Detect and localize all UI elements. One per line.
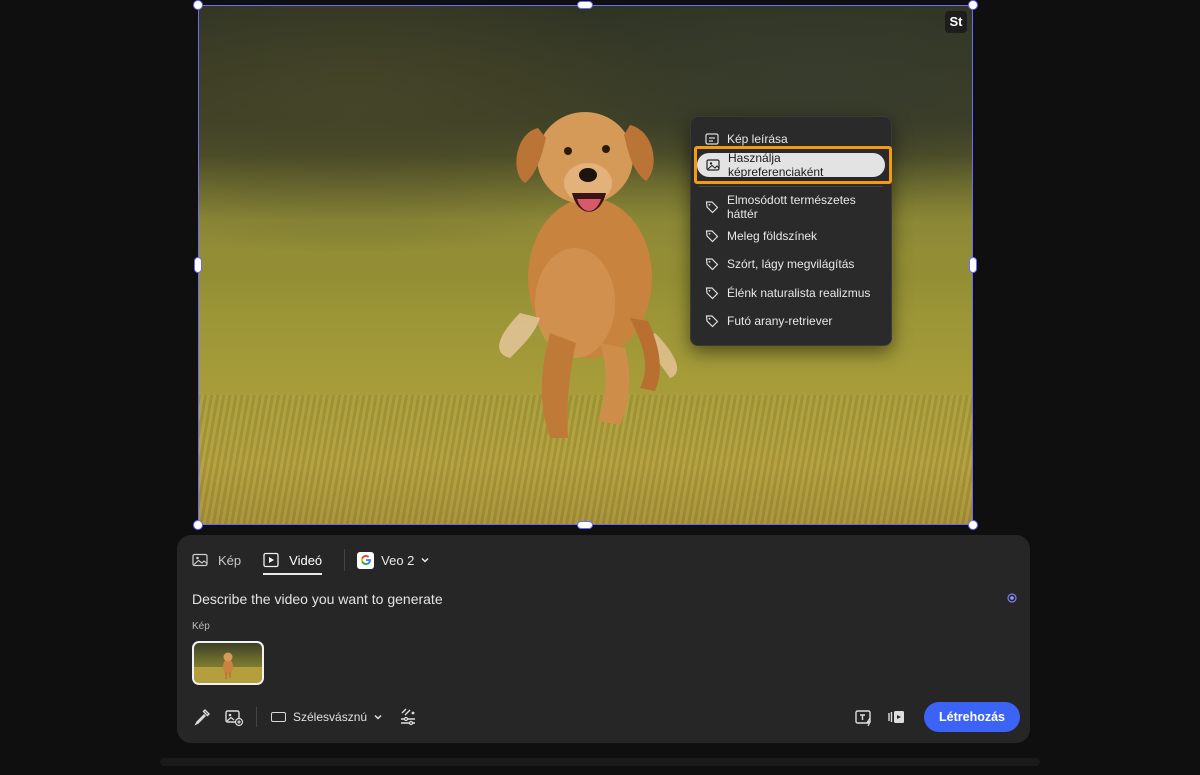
image-text-icon xyxy=(705,133,719,145)
google-logo-icon xyxy=(357,551,375,569)
toolbar-divider xyxy=(256,707,257,727)
tag-icon xyxy=(705,230,719,243)
resize-handle-top-right[interactable] xyxy=(968,0,978,10)
menu-item-describe-image[interactable]: Kép leírása xyxy=(691,125,891,153)
menu-tag-item[interactable]: Élénk naturalista realizmus xyxy=(691,279,891,308)
prompt-toolbar: Szélesvásznú Létrehozás xyxy=(192,702,1020,732)
menu-item-use-as-reference[interactable]: Használja képreferenciaként xyxy=(697,151,885,179)
tab-image[interactable]: Kép xyxy=(192,549,241,571)
image-icon xyxy=(706,159,720,171)
image-reference-thumbnail[interactable] xyxy=(192,641,264,685)
resize-handle-bottom[interactable] xyxy=(577,521,593,529)
panel-bottom-edge xyxy=(160,758,1040,766)
tag-label: Futó arany-retriever xyxy=(727,314,833,329)
mode-tabs: Kép Videó Veo 2 xyxy=(192,549,431,575)
aspect-ratio-selector[interactable]: Szélesvásznú xyxy=(271,710,384,724)
menu-tag-item[interactable]: Meleg földszínek xyxy=(691,222,891,251)
aspect-ratio-label: Szélesvásznú xyxy=(293,710,368,724)
tag-icon xyxy=(705,315,719,328)
resize-handle-bottom-right[interactable] xyxy=(968,520,978,530)
tag-icon xyxy=(705,201,719,214)
tag-icon xyxy=(705,287,719,300)
menu-tag-item[interactable]: Futó arany-retriever xyxy=(691,307,891,336)
prompt-panel: Kép Videó Veo 2 Describe the video you w… xyxy=(177,535,1030,743)
eyedropper-icon[interactable] xyxy=(192,707,212,727)
golden-retriever-illustration xyxy=(499,112,678,438)
chevron-down-icon xyxy=(421,557,429,563)
prompt-input[interactable]: Describe the video you want to generate xyxy=(192,591,443,607)
resize-handle-left[interactable] xyxy=(194,257,202,273)
menu-tag-list: Elmosódott természetes háttér Meleg föld… xyxy=(691,193,891,336)
resize-handle-right[interactable] xyxy=(969,257,977,273)
dog-thumbnail-icon xyxy=(194,652,262,683)
image-reference-label: Kép xyxy=(192,621,210,632)
resize-handle-top[interactable] xyxy=(577,1,593,9)
tab-video[interactable]: Videó xyxy=(263,549,323,575)
tag-label: Meleg földszínek xyxy=(727,228,818,243)
video-settings-icon[interactable] xyxy=(886,707,906,727)
tag-label: Élénk naturalista realizmus xyxy=(727,285,871,300)
add-image-icon[interactable] xyxy=(224,707,244,727)
prompt-enhance-icon[interactable] xyxy=(1007,593,1017,603)
video-play-icon xyxy=(263,552,279,568)
menu-tag-item[interactable]: Elmosódott természetes háttér xyxy=(691,193,891,222)
menu-tag-item[interactable]: Szórt, lágy megvilágítás xyxy=(691,250,891,279)
chevron-down-icon xyxy=(374,714,382,720)
tag-label: Elmosódott természetes háttér xyxy=(727,193,856,222)
tag-label: Szórt, lágy megvilágítás xyxy=(727,257,855,272)
context-menu: Kép leírása Használja képreferenciaként … xyxy=(690,116,892,346)
image-icon xyxy=(192,553,208,567)
camera-motion-icon[interactable] xyxy=(398,707,418,727)
model-selector[interactable]: Veo 2 xyxy=(357,551,431,569)
tab-divider xyxy=(344,549,346,571)
menu-divider xyxy=(699,186,883,187)
tab-label: Kép xyxy=(218,552,242,568)
tab-label: Videó xyxy=(289,552,323,568)
create-button[interactable]: Létrehozás xyxy=(924,702,1020,732)
tag-icon xyxy=(705,258,719,271)
text-effects-icon[interactable] xyxy=(854,707,874,727)
menu-item-label: Kép leírása xyxy=(727,132,788,146)
menu-item-label: Használja képreferenciaként xyxy=(728,151,824,179)
resize-handle-bottom-left[interactable] xyxy=(193,520,203,530)
stock-badge[interactable]: St xyxy=(945,11,967,33)
resize-handle-top-left[interactable] xyxy=(193,0,203,10)
app-stage: St Kép leírása Használja képreferenciaké… xyxy=(0,0,1200,775)
model-label: Veo 2 xyxy=(381,552,415,568)
widescreen-icon xyxy=(271,712,286,722)
